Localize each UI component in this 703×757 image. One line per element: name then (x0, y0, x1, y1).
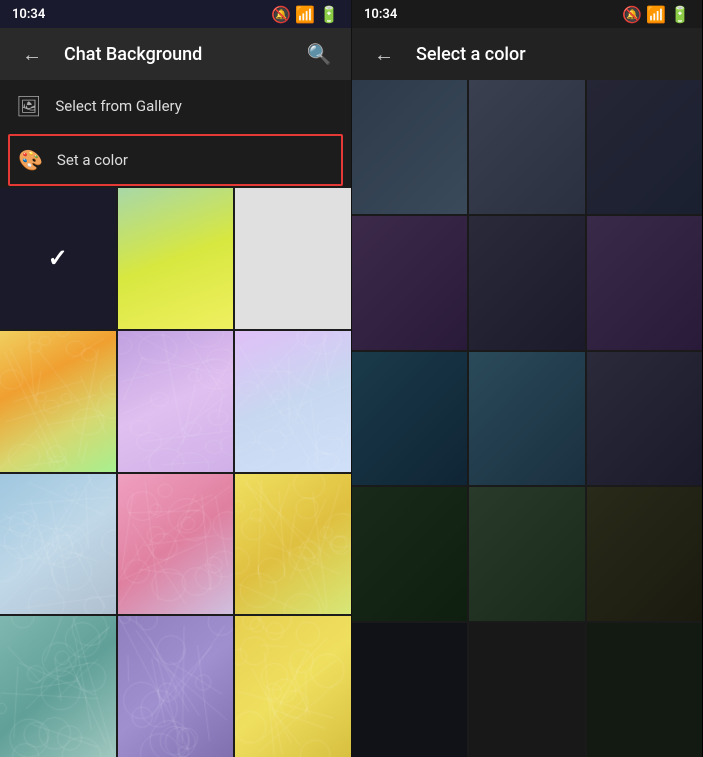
color-icon: 🎨 (18, 148, 43, 172)
mute-icon-right: 🔕 (622, 5, 642, 24)
wallpaper-green-yellow[interactable] (118, 188, 234, 329)
color-cell-5[interactable] (469, 216, 584, 350)
status-bar-right: 10:34 🔕 📶 🔋 (352, 0, 702, 28)
wallpaper-canvas-7 (0, 474, 116, 615)
time-left: 10:34 (12, 7, 45, 22)
wallpaper-canvas-12 (235, 616, 351, 757)
color-cell-7[interactable] (352, 352, 467, 486)
wallpaper-light[interactable] (235, 188, 351, 329)
mute-icon: 🔕 (271, 5, 291, 24)
color-cell-13[interactable] (352, 623, 467, 757)
color-cell-10[interactable] (352, 487, 467, 621)
status-icons-right: 🔕 📶 🔋 (622, 5, 690, 24)
battery-icon: 🔋 (319, 5, 339, 24)
color-cell-14[interactable] (469, 623, 584, 757)
color-cell-11[interactable] (469, 487, 584, 621)
back-button-right[interactable]: ← (368, 38, 400, 70)
wallpaper-canvas-5 (118, 331, 234, 472)
wallpaper-canvas-4 (0, 331, 116, 472)
time-right: 10:34 (364, 7, 397, 22)
battery-icon-right: 🔋 (670, 5, 690, 24)
color-cell-2[interactable] (469, 80, 584, 214)
color-cell-12[interactable] (587, 487, 702, 621)
status-icons-left: 🔕 📶 🔋 (271, 5, 339, 24)
selected-checkmark: ✓ (48, 244, 68, 272)
color-cell-3[interactable] (587, 80, 702, 214)
wallpaper-dark[interactable]: ✓ (0, 188, 116, 329)
wallpaper-canvas-1 (118, 188, 234, 329)
wallpaper-doodle-lavender[interactable] (235, 331, 351, 472)
gallery-menu-item[interactable]: 🖼 Select from Gallery (0, 80, 351, 132)
app-bar-left: ← Chat Background 🔍 (0, 28, 351, 80)
wallpaper-doodle-yellow[interactable] (0, 331, 116, 472)
left-panel: 10:34 🔕 📶 🔋 ← Chat Background 🔍 🖼 Select… (0, 0, 351, 757)
wallpaper-canvas-11 (118, 616, 234, 757)
wallpaper-canvas-8 (118, 474, 234, 615)
wallpaper-canvas-6 (235, 331, 351, 472)
wallpaper-doodle-pink[interactable] (118, 474, 234, 615)
signal-icon-right: 📶 (646, 5, 666, 24)
signal-icon: 📶 (295, 5, 315, 24)
search-button[interactable]: 🔍 (303, 38, 335, 70)
color-cell-8[interactable] (469, 352, 584, 486)
wallpaper-grid: ✓ (0, 188, 351, 757)
color-cell-1[interactable] (352, 80, 467, 214)
color-cell-9[interactable] (587, 352, 702, 486)
set-color-label: Set a color (57, 151, 128, 169)
color-cell-4[interactable] (352, 216, 467, 350)
color-cell-6[interactable] (587, 216, 702, 350)
set-color-menu-item[interactable]: 🎨 Set a color (8, 134, 343, 186)
wallpaper-doodle-teal[interactable] (0, 616, 116, 757)
status-bar-left: 10:34 🔕 📶 🔋 (0, 0, 351, 28)
wallpaper-doodle-purple[interactable] (118, 331, 234, 472)
right-panel: 10:34 🔕 📶 🔋 ← Select a color (351, 0, 702, 757)
wallpaper-canvas-9 (235, 474, 351, 615)
gallery-label: Select from Gallery (55, 97, 181, 115)
wallpaper-doodle-yellow3[interactable] (235, 616, 351, 757)
gallery-icon: 🖼 (16, 94, 41, 118)
wallpaper-doodle-blue[interactable] (0, 474, 116, 615)
app-bar-title-left: Chat Background (64, 44, 287, 65)
wallpaper-doodle-yellow2[interactable] (235, 474, 351, 615)
color-grid (352, 80, 702, 757)
wallpaper-doodle-purple2[interactable] (118, 616, 234, 757)
wallpaper-canvas-10 (0, 616, 116, 757)
app-bar-title-right: Select a color (416, 44, 686, 65)
color-cell-15[interactable] (587, 623, 702, 757)
app-bar-right: ← Select a color (352, 28, 702, 80)
back-button-left[interactable]: ← (16, 38, 48, 70)
